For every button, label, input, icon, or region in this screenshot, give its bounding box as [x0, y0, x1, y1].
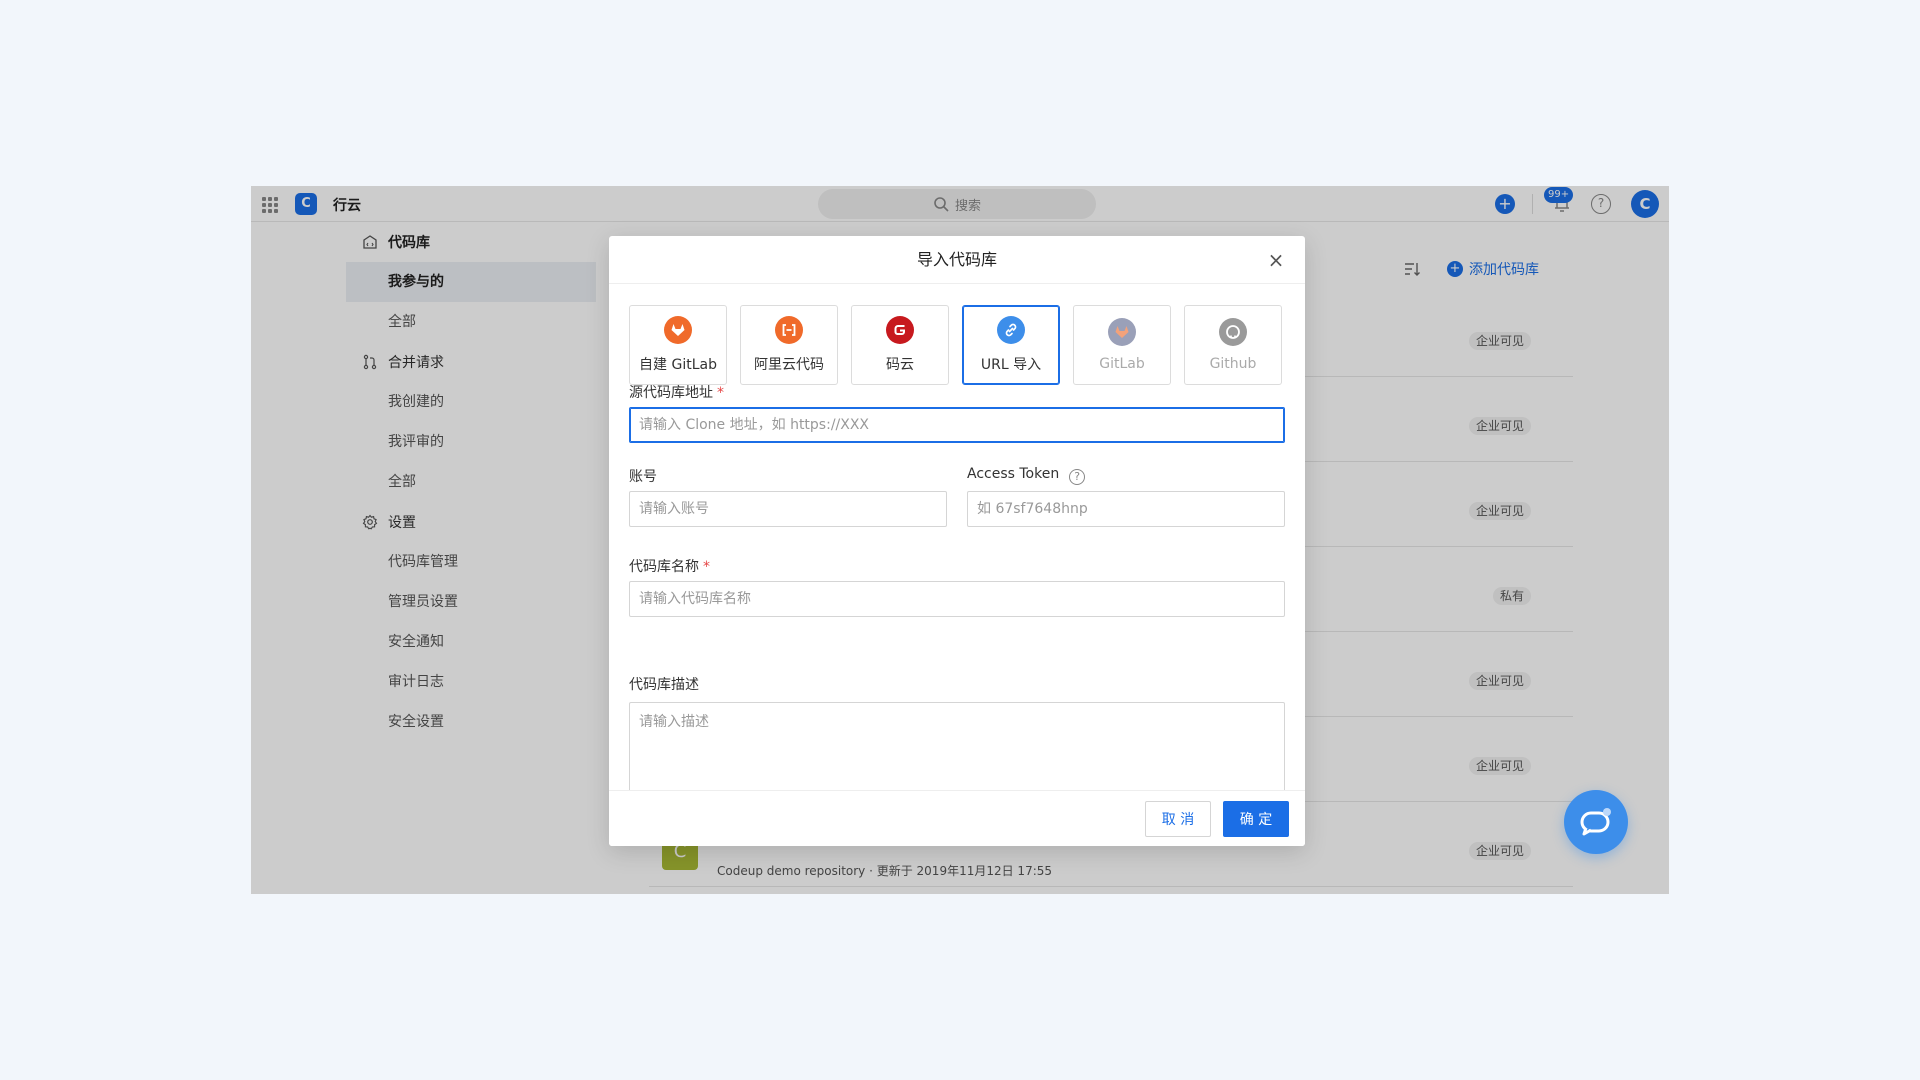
link-icon [997, 316, 1025, 344]
import-repo-dialog: 导入代码库 × 自建 GitLab 阿里云代码 码云 URL 导入 GitLab… [609, 236, 1305, 846]
source-label: 阿里云代码 [754, 357, 824, 373]
required-mark: * [717, 385, 724, 401]
token-label: Access Token? [967, 466, 1086, 485]
gitee-icon [886, 316, 914, 344]
source-github[interactable]: Github [1184, 305, 1282, 385]
chat-button[interactable] [1564, 790, 1628, 854]
source-label: 自建 GitLab [639, 357, 717, 373]
gitlab-fox-icon [664, 316, 692, 344]
repo-name-input[interactable] [629, 581, 1285, 617]
account-input[interactable] [629, 491, 947, 527]
repo-desc-label: 代码库描述 [629, 677, 699, 693]
dialog-footer: 取 消 确 定 [609, 790, 1305, 846]
access-token-input[interactable] [967, 491, 1285, 527]
account-label: 账号 [629, 469, 657, 485]
repo-desc-textarea[interactable] [629, 702, 1285, 792]
dialog-title: 导入代码库 [609, 236, 1305, 284]
source-url-import[interactable]: URL 导入 [962, 305, 1060, 385]
source-gitee[interactable]: 码云 [851, 305, 949, 385]
repo-name-label: 代码库名称 * [629, 556, 710, 576]
label-text: 代码库名称 [629, 559, 699, 575]
source-label: 码云 [886, 357, 914, 373]
source-url-label: 源代码库地址 * [629, 382, 724, 402]
source-url-input[interactable] [629, 407, 1285, 443]
required-mark: * [703, 559, 710, 575]
help-icon[interactable]: ? [1069, 469, 1086, 485]
source-aliyun[interactable]: 阿里云代码 [740, 305, 838, 385]
source-label: GitLab [1099, 356, 1145, 372]
aliyun-icon [775, 316, 803, 344]
source-gitlab[interactable]: GitLab [1073, 305, 1171, 385]
label-text: 源代码库地址 [629, 385, 713, 401]
confirm-button[interactable]: 确 定 [1223, 801, 1289, 837]
source-label: Github [1209, 356, 1257, 372]
source-self-gitlab[interactable]: 自建 GitLab [629, 305, 727, 385]
github-icon [1219, 318, 1247, 346]
gitlab-icon [1108, 318, 1136, 346]
close-icon[interactable]: × [1267, 250, 1285, 270]
import-source-list: 自建 GitLab 阿里云代码 码云 URL 导入 GitLab Github [629, 305, 1282, 385]
label-text: Access Token [967, 466, 1060, 482]
chat-icon [1580, 808, 1611, 836]
source-label: URL 导入 [980, 357, 1042, 373]
cancel-button[interactable]: 取 消 [1145, 801, 1211, 837]
